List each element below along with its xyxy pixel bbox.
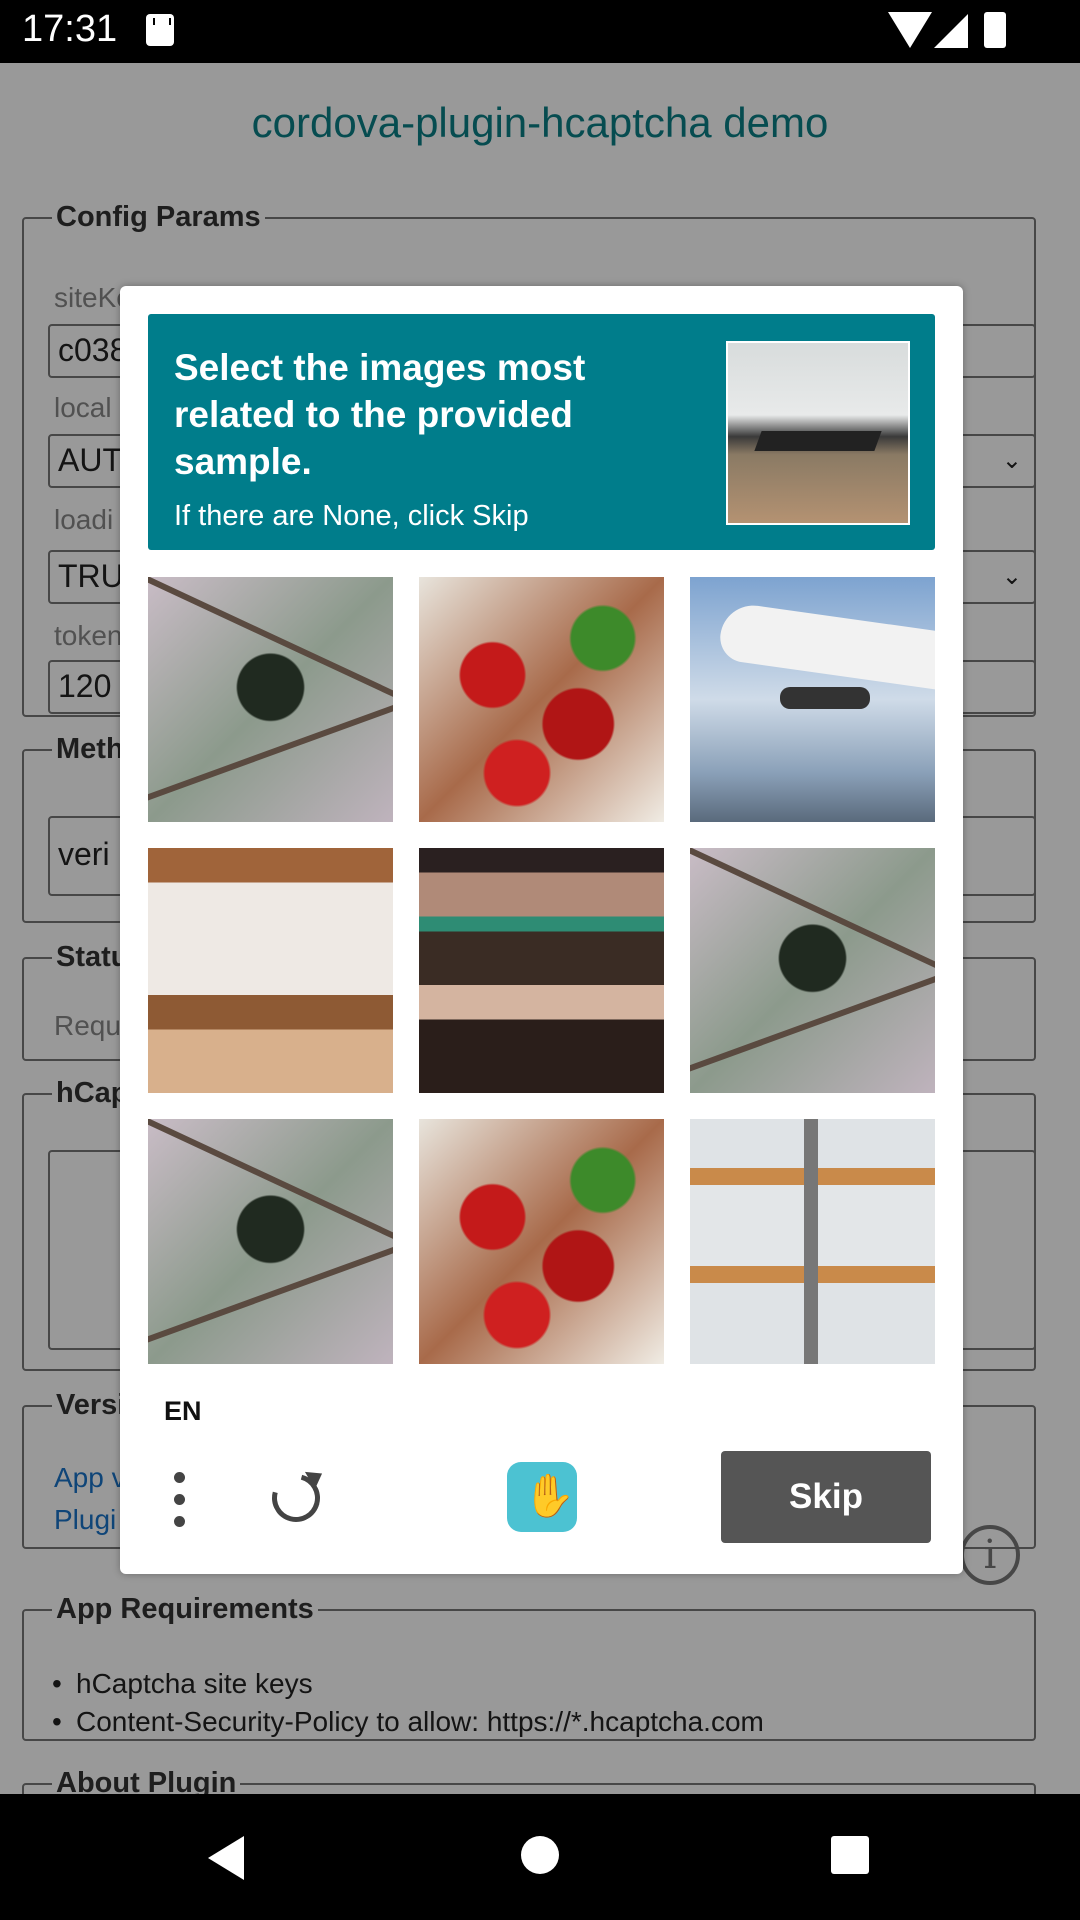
home-icon[interactable]: [521, 1836, 559, 1874]
refresh-icon[interactable]: [263, 1464, 330, 1531]
challenge-header: Select the images most related to the pr…: [148, 314, 935, 550]
image-tile-airplane[interactable]: [690, 577, 935, 822]
sample-table: [754, 431, 882, 451]
image-tile-crow[interactable]: [148, 577, 393, 822]
image-tile-shelf[interactable]: [690, 1119, 935, 1364]
image-tile-crow[interactable]: [690, 848, 935, 1093]
status-bar: 17:31: [0, 0, 1080, 63]
image-tile-apples[interactable]: [419, 1119, 664, 1364]
image-tile-crow[interactable]: [148, 1119, 393, 1364]
navigation-bar: [0, 1794, 1080, 1920]
cell-signal-icon: [934, 14, 968, 48]
image-tile-shelf[interactable]: [148, 848, 393, 1093]
challenge-prompt: Select the images most related to the pr…: [174, 347, 586, 482]
recent-apps-icon[interactable]: [831, 1836, 869, 1874]
hcaptcha-logo-icon[interactable]: ✋: [499, 1454, 585, 1540]
image-tile-apples[interactable]: [419, 577, 664, 822]
sample-image: [726, 341, 910, 525]
back-icon[interactable]: [208, 1836, 244, 1880]
wifi-icon: [888, 12, 932, 48]
skip-button[interactable]: Skip: [721, 1451, 931, 1543]
sd-card-icon: [146, 14, 174, 46]
challenge-hint: If there are None, click Skip: [174, 500, 529, 532]
menu-dots-icon[interactable]: [160, 1464, 200, 1536]
image-tile-shelf[interactable]: [419, 848, 664, 1093]
hcaptcha-challenge-dialog: Select the images most related to the pr…: [120, 286, 963, 1574]
battery-icon: [984, 12, 1006, 48]
language-selector[interactable]: EN: [164, 1396, 202, 1427]
status-time: 17:31: [22, 8, 118, 50]
image-grid: [148, 577, 935, 1367]
